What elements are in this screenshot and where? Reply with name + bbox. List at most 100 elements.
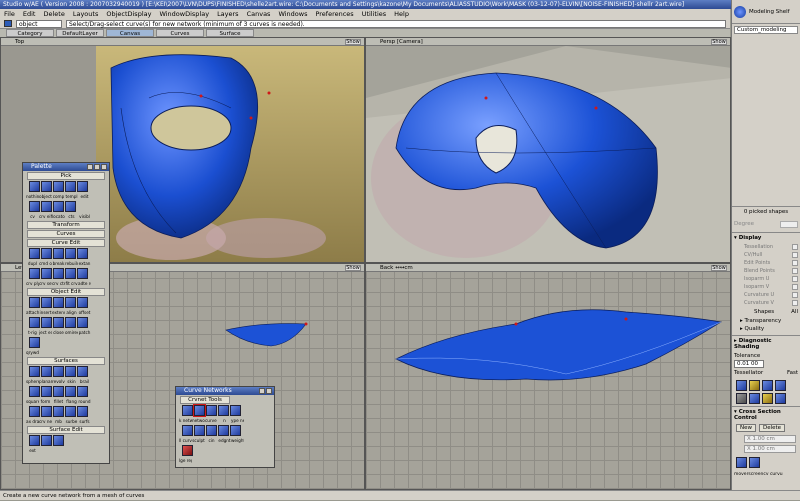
menu-windows[interactable]: Windows [278, 9, 307, 19]
cross-section-header[interactable]: ▾ Cross Section Control [732, 406, 800, 423]
palette-tool-icon[interactable] [77, 317, 88, 328]
palette-tool-icon[interactable] [53, 181, 64, 192]
viewport-persp-show-button[interactable]: Show [711, 39, 727, 45]
palette-section-header[interactable]: Pick [27, 172, 105, 180]
degree-field[interactable] [780, 221, 798, 228]
palette-tool-icon[interactable] [41, 317, 52, 328]
minimize-icon[interactable] [259, 388, 265, 394]
shading-mode-icon[interactable] [749, 380, 760, 391]
palette-tool-icon[interactable] [53, 366, 64, 377]
network-tool-icon[interactable] [218, 405, 229, 416]
shading-mode-icon[interactable] [762, 380, 773, 391]
palette-tool-icon[interactable] [29, 386, 40, 397]
palette-tool-icon[interactable] [53, 386, 64, 397]
minimize-icon[interactable] [87, 164, 93, 170]
palette-tool-icon[interactable] [41, 297, 52, 308]
menu-help[interactable]: Help [394, 9, 409, 19]
palette-tool-icon[interactable] [65, 317, 76, 328]
diagnostic-shading-header[interactable]: ▸ Diagnostic Shading [732, 335, 800, 352]
viewport-back[interactable]: Back ↔↔cm Show [365, 263, 731, 490]
palette-section-header[interactable]: Curves [27, 230, 105, 238]
palette-tool-icon[interactable] [29, 366, 40, 377]
menu-canvas[interactable]: Canvas [247, 9, 271, 19]
palette-tool-icon[interactable] [65, 297, 76, 308]
palette-tool-icon[interactable] [77, 181, 88, 192]
palette-tool-icon[interactable] [53, 268, 64, 279]
curve-networks-title-bar[interactable]: Curve Networks [176, 387, 274, 395]
cross-y-field[interactable]: X 1.00 cm [744, 445, 796, 453]
display-item-checkbox[interactable] [792, 244, 798, 250]
palette-tool-icon[interactable] [41, 268, 52, 279]
shading-mode-icon[interactable] [762, 393, 773, 404]
palette-tool-icon[interactable] [77, 366, 88, 377]
palette-tool-icon[interactable] [77, 248, 88, 259]
display-item-checkbox[interactable] [792, 284, 798, 290]
palette-tool-icon[interactable] [53, 406, 64, 417]
palette-section-header[interactable]: Curve Edit [27, 239, 105, 247]
viewport-left-show-button[interactable]: Show [345, 265, 361, 271]
palette-tool-icon[interactable] [29, 201, 40, 212]
palette-section-header[interactable]: Surfaces [27, 357, 105, 365]
tessellator-select[interactable]: Fast [787, 370, 798, 376]
palette-tool-icon[interactable] [41, 435, 52, 446]
display-item-checkbox[interactable] [792, 300, 798, 306]
cin-icon[interactable] [206, 425, 217, 436]
menu-edit[interactable]: Edit [23, 9, 36, 19]
display-item-checkbox[interactable] [792, 268, 798, 274]
maximize-icon[interactable] [94, 164, 100, 170]
new-button[interactable]: New [736, 424, 756, 432]
viewport-persp[interactable]: Persp [Camera] Show [365, 37, 731, 263]
menu-file[interactable]: File [4, 9, 15, 19]
display-item-checkbox[interactable] [792, 260, 798, 266]
palette-tool-icon[interactable] [65, 406, 76, 417]
transparency-row[interactable]: ▸ Transparency [732, 317, 800, 325]
palette-tool-icon[interactable] [53, 435, 64, 446]
palette-tool-icon[interactable] [53, 248, 64, 259]
menu-objectdisplay[interactable]: ObjectDisplay [106, 9, 151, 19]
pick-mode-icon[interactable] [4, 20, 12, 27]
cross-x-field[interactable]: X 1.00 cm [744, 435, 796, 443]
close-icon[interactable] [266, 388, 272, 394]
new-network-tool-icon[interactable] [193, 404, 206, 417]
shading-mode-icon[interactable] [775, 393, 786, 404]
crvnet-tools-tab[interactable]: Crvnet Tools [180, 396, 230, 404]
palette-tool-icon[interactable] [77, 297, 88, 308]
menu-layers[interactable]: Layers [217, 9, 239, 19]
all-curves-icon[interactable] [182, 425, 193, 436]
shading-mode-icon[interactable] [775, 380, 786, 391]
palette-tool-icon[interactable] [29, 297, 40, 308]
palette-tool-icon[interactable] [29, 435, 40, 446]
sculpt-icon[interactable] [194, 425, 205, 436]
palette-tool-icon[interactable] [65, 386, 76, 397]
palette-tool-icon[interactable] [29, 317, 40, 328]
tolerance-field[interactable]: 0.01 00 [734, 360, 764, 368]
palette-title-bar[interactable]: Palette [23, 163, 109, 171]
display-item-checkbox[interactable] [792, 292, 798, 298]
shelf-tab-custom-modeling[interactable]: Custom_modeling [734, 26, 798, 34]
tab-surface[interactable]: Surface [206, 29, 254, 37]
menu-utilities[interactable]: Utilities [362, 9, 386, 19]
pick-mode-field[interactable]: object [16, 19, 62, 28]
palette-tool-icon[interactable] [65, 201, 76, 212]
palette-tool-icon[interactable] [29, 248, 40, 259]
palette-tool-icon[interactable] [53, 201, 64, 212]
shading-mode-icon[interactable] [736, 380, 747, 391]
palette-tool-icon[interactable] [77, 386, 88, 397]
palette-tool-icon[interactable] [29, 337, 40, 348]
palette-section-header[interactable]: Transform [27, 221, 105, 229]
palette-tool-icon[interactable] [29, 268, 40, 279]
palette-tool-icon[interactable] [53, 317, 64, 328]
palette-tool-icon[interactable] [65, 268, 76, 279]
tab-curves[interactable]: Curves [156, 29, 204, 37]
edge-icon[interactable] [218, 425, 229, 436]
close-icon[interactable] [101, 164, 107, 170]
tab-defaultlayer[interactable]: DefaultLayer [56, 29, 104, 37]
palette-tool-icon[interactable] [29, 181, 40, 192]
shading-mode-icon[interactable] [736, 393, 747, 404]
menu-preferences[interactable]: Preferences [315, 9, 353, 19]
palette-section-header[interactable]: Surface Edit [27, 426, 105, 434]
palette-tool-icon[interactable] [65, 181, 76, 192]
palette-tool-icon[interactable] [29, 406, 40, 417]
menu-layouts[interactable]: Layouts [73, 9, 98, 19]
display-item-checkbox[interactable] [792, 252, 798, 258]
